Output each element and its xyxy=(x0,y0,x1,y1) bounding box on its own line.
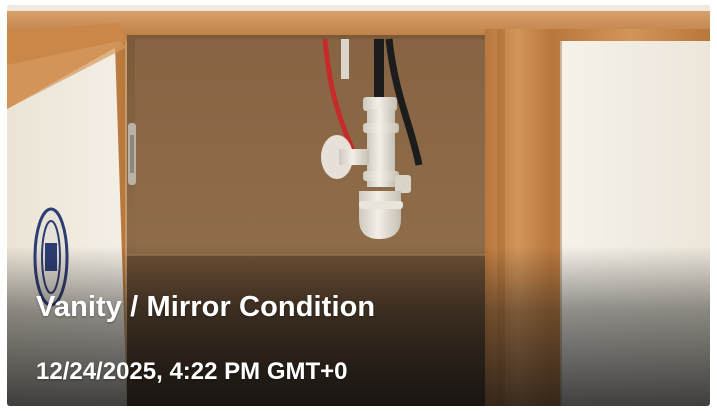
photo-timestamp: 12/24/2025, 4:22 PM GMT+0 xyxy=(36,358,348,385)
cabinet-interior-photo xyxy=(7,5,710,406)
photo-card[interactable]: Vanity / Mirror Condition 12/24/2025, 4:… xyxy=(7,5,710,406)
photo-title: Vanity / Mirror Condition xyxy=(36,291,376,323)
